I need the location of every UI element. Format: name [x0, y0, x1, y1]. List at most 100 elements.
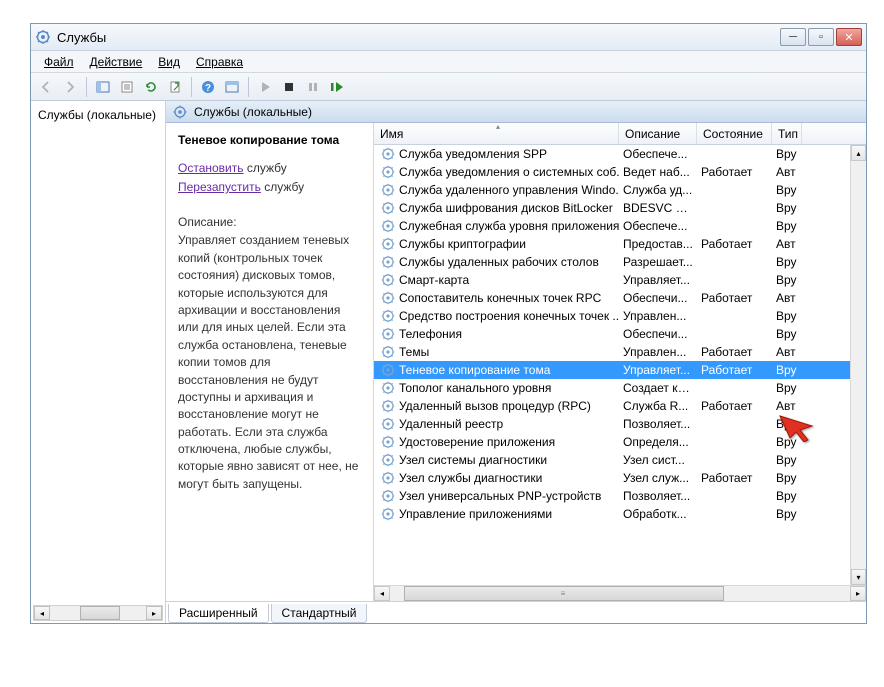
minimize-button[interactable]: ─ — [780, 28, 806, 46]
service-row[interactable]: Тополог канального уровняСоздает ка...Вр… — [374, 379, 866, 397]
column-header-state[interactable]: Состояние — [697, 123, 772, 144]
gear-icon — [380, 200, 396, 216]
show-hide-tree-button[interactable] — [92, 76, 114, 98]
gear-icon — [380, 290, 396, 306]
list-vscrollbar[interactable]: ▴ ▾ — [850, 145, 866, 585]
service-row[interactable]: Телефония Обеспечи... Вру — [374, 325, 866, 343]
restart-service-button[interactable] — [326, 76, 348, 98]
service-name: Темы — [399, 345, 429, 359]
service-name: Удаленный реестр — [399, 417, 503, 431]
gear-icon — [380, 308, 396, 324]
service-row[interactable]: ТемыУправлен...РаботаетАвт — [374, 343, 866, 361]
tree-pane: Службы (локальные) ◂ ▸ — [31, 101, 166, 623]
svg-text:?: ? — [205, 83, 211, 94]
menu-action[interactable]: Действие — [83, 53, 150, 71]
maximize-button[interactable]: ▫ — [808, 28, 834, 46]
service-type: Вру — [772, 507, 802, 521]
start-service-button[interactable] — [254, 76, 276, 98]
gear-icon — [380, 470, 396, 486]
service-row[interactable]: Службы криптографииПредостав...РаботаетА… — [374, 235, 866, 253]
list-hscrollbar[interactable]: ◂ ≡ ▸ — [374, 585, 866, 601]
service-row[interactable]: Удаленный реестрПозволяет...Вру — [374, 415, 866, 433]
service-row[interactable]: Средство построения конечных точек ...Уп… — [374, 307, 866, 325]
help2-button[interactable] — [221, 76, 243, 98]
service-desc: Управлен... — [619, 309, 697, 323]
stop-service-button[interactable] — [278, 76, 300, 98]
services-icon — [35, 29, 51, 45]
scroll-down-icon[interactable]: ▾ — [851, 569, 866, 585]
service-row[interactable]: Служебная служба уровня приложенияОбеспе… — [374, 217, 866, 235]
gear-icon — [380, 146, 396, 162]
service-row[interactable]: Служба уведомления о системных соб...Вед… — [374, 163, 866, 181]
tab-extended[interactable]: Расширенный — [168, 604, 269, 623]
service-desc: Разрешает... — [619, 255, 697, 269]
service-row[interactable]: Службы удаленных рабочих столовРазрешает… — [374, 253, 866, 271]
scroll-thumb[interactable]: ≡ — [404, 586, 724, 601]
stop-service-link[interactable]: Остановить — [178, 161, 244, 175]
service-row[interactable]: Узел системы диагностикиУзел сист...Вру — [374, 451, 866, 469]
help-button[interactable]: ? — [197, 76, 219, 98]
tree-root-services[interactable]: Службы (локальные) — [33, 105, 163, 125]
service-type: Вру — [772, 327, 802, 341]
service-row[interactable]: Удостоверение приложенияОпределя...Вру — [374, 433, 866, 451]
service-row[interactable]: Служба шифрования дисков BitLockerBDESVC… — [374, 199, 866, 217]
content-pane: Службы (локальные) Теневое копирование т… — [166, 101, 866, 623]
service-name: Средство построения конечных точек ... — [399, 309, 619, 323]
service-name: Управление приложениями — [399, 507, 552, 521]
service-row[interactable]: Узел службы диагностикиУзел служ...Работ… — [374, 469, 866, 487]
service-name: Смарт-карта — [399, 273, 469, 287]
menu-view[interactable]: Вид — [151, 53, 187, 71]
service-row[interactable]: Управление приложениямиОбработк...Вру — [374, 505, 866, 523]
service-name: Узел системы диагностики — [399, 453, 547, 467]
service-desc: Обеспечи... — [619, 327, 697, 341]
scroll-left-icon[interactable]: ◂ — [374, 586, 390, 601]
service-type: Вру — [772, 219, 802, 233]
service-desc: Обеспече... — [619, 147, 697, 161]
restart-service-link[interactable]: Перезапустить — [178, 180, 261, 194]
tree-hscrollbar[interactable]: ◂ ▸ — [33, 605, 163, 621]
scroll-thumb[interactable] — [80, 606, 120, 620]
services-list: Имя Описание Состояние Тип Служба уведом… — [373, 123, 866, 601]
back-button[interactable] — [35, 76, 57, 98]
services-icon — [172, 104, 188, 120]
scroll-right-icon[interactable]: ▸ — [146, 606, 162, 620]
service-type: Авт — [772, 291, 802, 305]
service-row[interactable]: Смарт-картаУправляет...Вру — [374, 271, 866, 289]
service-desc: Позволяет... — [619, 489, 697, 503]
service-row[interactable]: Служба удаленного управления Windo...Слу… — [374, 181, 866, 199]
refresh-button[interactable] — [140, 76, 162, 98]
service-name: Тополог канального уровня — [399, 381, 551, 395]
service-row[interactable]: Теневое копирование томаУправляет...Рабо… — [374, 361, 866, 379]
service-name: Телефония — [399, 327, 462, 341]
service-row[interactable]: Удаленный вызов процедур (RPC)Служба R..… — [374, 397, 866, 415]
menu-file[interactable]: Файл — [37, 53, 81, 71]
list-header: Имя Описание Состояние Тип — [374, 123, 866, 145]
service-desc: Предостав... — [619, 237, 697, 251]
pause-service-button[interactable] — [302, 76, 324, 98]
service-type: Вру — [772, 489, 802, 503]
gear-icon — [380, 434, 396, 450]
column-header-description[interactable]: Описание — [619, 123, 697, 144]
service-row[interactable]: Сопоставитель конечных точек RPCОбеспечи… — [374, 289, 866, 307]
close-button[interactable]: ✕ — [836, 28, 862, 46]
scroll-left-icon[interactable]: ◂ — [34, 606, 50, 620]
service-desc: Определя... — [619, 435, 697, 449]
properties-button[interactable] — [116, 76, 138, 98]
forward-button[interactable] — [59, 76, 81, 98]
service-type: Вру — [772, 147, 802, 161]
service-desc: Служба R... — [619, 399, 697, 413]
service-row[interactable]: Служба уведомления SPPОбеспече...Вру — [374, 145, 866, 163]
tab-standard[interactable]: Стандартный — [271, 604, 368, 623]
scroll-right-icon[interactable]: ▸ — [850, 586, 866, 601]
column-header-name[interactable]: Имя — [374, 123, 619, 144]
column-header-type[interactable]: Тип — [772, 123, 802, 144]
titlebar[interactable]: Службы ─ ▫ ✕ — [31, 24, 866, 51]
gear-icon — [380, 506, 396, 522]
export-button[interactable] — [164, 76, 186, 98]
menu-help[interactable]: Справка — [189, 53, 250, 71]
gear-icon — [380, 182, 396, 198]
service-name: Узел службы диагностики — [399, 471, 542, 485]
service-row[interactable]: Узел универсальных PNP-устройствПозволяе… — [374, 487, 866, 505]
gear-icon — [380, 362, 396, 378]
scroll-up-icon[interactable]: ▴ — [851, 145, 866, 161]
